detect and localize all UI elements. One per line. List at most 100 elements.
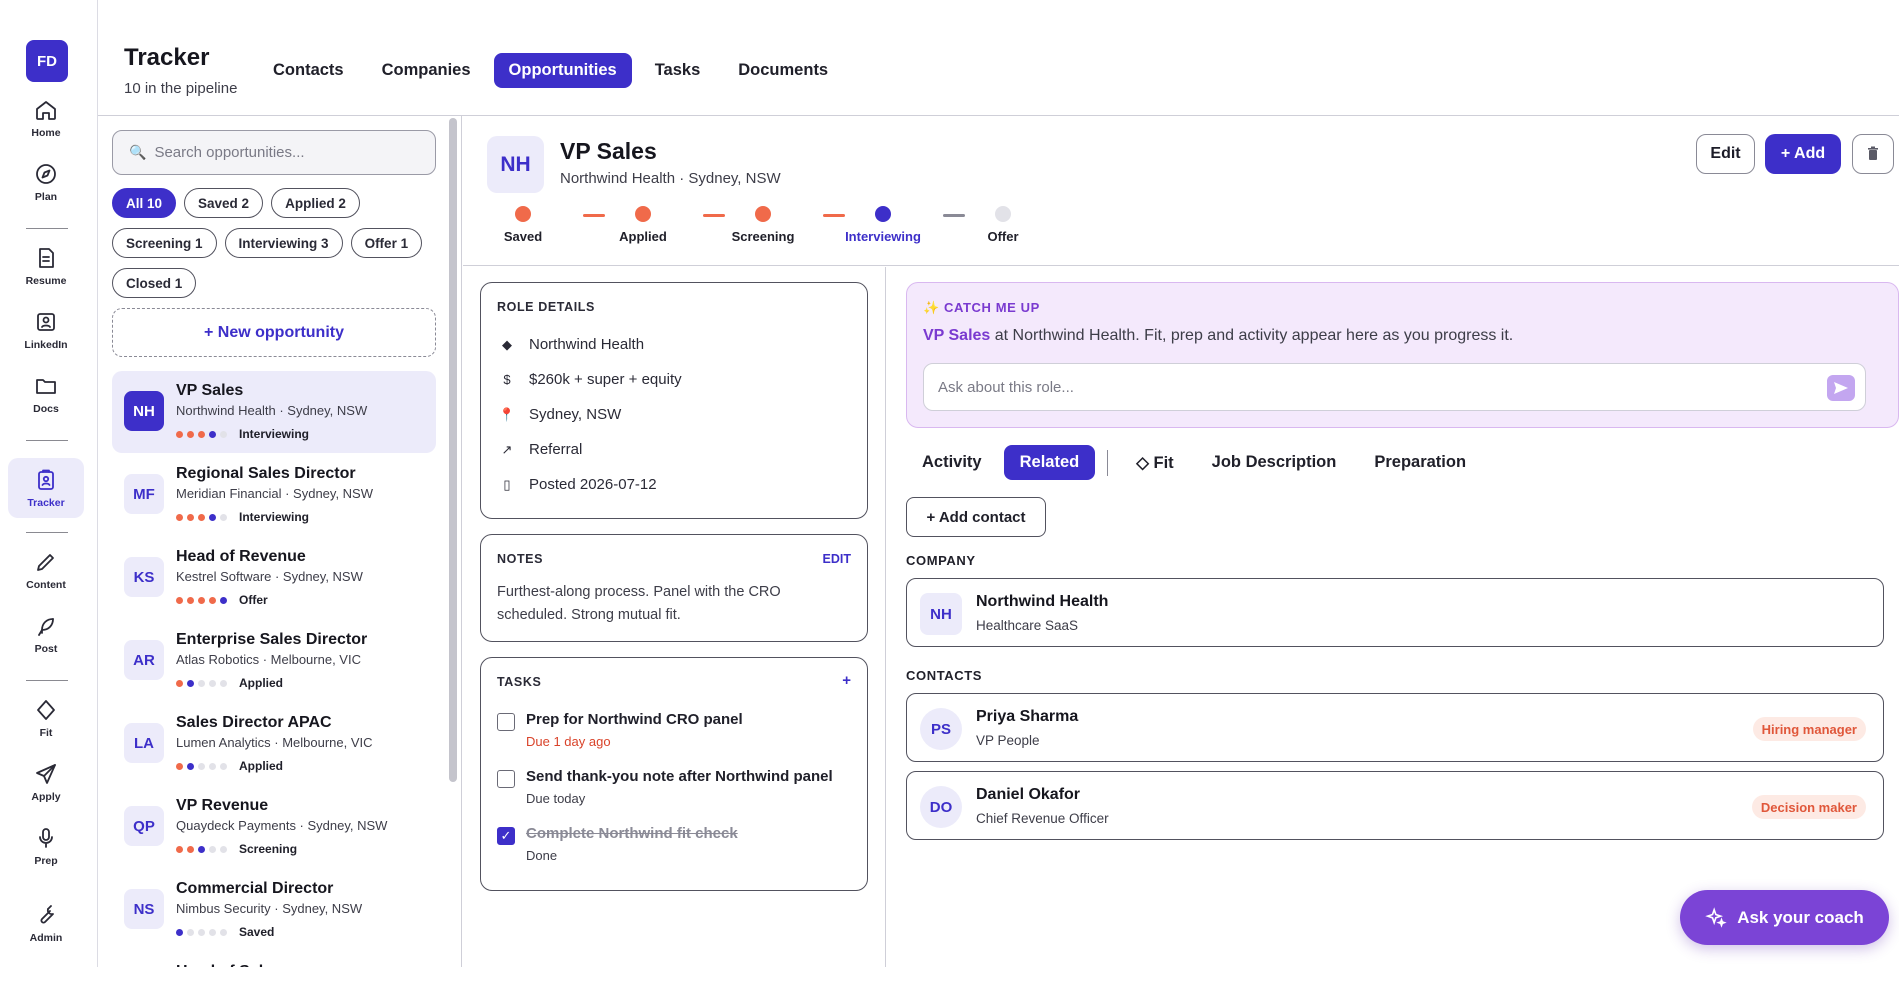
opportunity-item[interactable]: AR Enterprise Sales Director Atlas Robotic…: [112, 620, 436, 702]
stage-screening[interactable]: Screening: [703, 206, 823, 244]
tab-tasks[interactable]: Tasks: [640, 53, 716, 88]
opportunity-item[interactable]: NH VP Sales Northwind Health · Sydney, NSW…: [112, 371, 436, 453]
stage-dot: [187, 928, 194, 936]
task-checkbox-checked[interactable]: ✓: [497, 827, 515, 845]
task-due: Due 1 day ago: [526, 734, 611, 749]
tab-activity[interactable]: Activity: [906, 445, 998, 480]
stage-dot: [187, 513, 194, 521]
tab-documents[interactable]: Documents: [723, 53, 843, 88]
nav-home[interactable]: Home: [8, 88, 84, 148]
nav-tracker[interactable]: Tracker: [8, 458, 84, 518]
stage-dot: [187, 845, 194, 853]
stage-dot: [198, 513, 205, 521]
detail-tabs: Activity Related ◇ Fit Job Description P…: [906, 445, 1482, 480]
nav-label: Docs: [33, 402, 59, 415]
home-icon: [36, 100, 56, 120]
nav-admin[interactable]: Admin: [8, 893, 84, 953]
ask-placeholder: Ask about this role...: [938, 378, 1074, 396]
stage-dots: Offer: [176, 593, 268, 607]
stage-dot: [198, 430, 205, 438]
filter-saved[interactable]: Saved 2: [184, 188, 264, 218]
opportunity-stage: Applied: [239, 759, 283, 773]
task-checkbox[interactable]: [497, 770, 515, 788]
tab-related[interactable]: Related: [1003, 445, 1096, 480]
profile-card-icon: [37, 312, 55, 331]
top-tabs: Contacts Companies Opportunities Tasks D…: [258, 53, 843, 88]
tab-preparation[interactable]: Preparation: [1358, 445, 1482, 480]
coach-label: Ask your coach: [1737, 907, 1864, 927]
stage-dot: [220, 679, 227, 687]
ask-coach-button[interactable]: Ask your coach: [1680, 890, 1889, 945]
tracker-icon: [38, 469, 54, 490]
send-icon: [36, 763, 56, 784]
filter-applied[interactable]: Applied 2: [271, 188, 360, 218]
opportunity-item[interactable]: KS Head of Revenue Kestrel Software · Sydn…: [112, 537, 436, 619]
contact-card[interactable]: PS Priya Sharma VP People Hiring manager: [906, 693, 1884, 762]
edit-button[interactable]: Edit: [1696, 134, 1755, 174]
notes-text: Furthest-along process. Panel with the C…: [497, 584, 781, 623]
stage-dots: Saved: [176, 925, 274, 939]
contact-card[interactable]: DO Daniel Okafor Chief Revenue Officer D…: [906, 771, 1884, 840]
tab-fit[interactable]: ◇ Fit: [1120, 445, 1189, 480]
opportunity-item[interactable]: LA Sales Director APAC Lumen Analytics · M…: [112, 703, 436, 785]
add-contact-button[interactable]: + Add contact: [906, 497, 1046, 537]
opportunity-subtitle: Northwind Health · Sydney, NSW: [176, 403, 368, 418]
stage-saved[interactable]: Saved: [463, 206, 583, 244]
notes-edit-button[interactable]: EDIT: [823, 552, 851, 566]
send-button[interactable]: [1827, 375, 1855, 401]
search-input[interactable]: 🔍 Search opportunities...: [112, 130, 436, 175]
filter-offer[interactable]: Offer 1: [350, 228, 423, 258]
opportunity-title: Head of Revenue: [176, 548, 306, 565]
stage-dot: [176, 596, 183, 604]
filter-all[interactable]: All 10: [112, 188, 177, 218]
opportunity-item[interactable]: Head of Sal: [112, 952, 436, 967]
tab-companies[interactable]: Companies: [367, 53, 486, 88]
task-checkbox[interactable]: [497, 713, 515, 731]
ask-role-input[interactable]: Ask about this role...: [923, 363, 1866, 411]
opportunity-list-panel: 🔍 Search opportunities... All 10 Saved 2…: [98, 116, 462, 967]
delete-button[interactable]: [1852, 134, 1894, 174]
stage-offer[interactable]: Offer: [943, 206, 1063, 244]
nav-apply[interactable]: Apply: [8, 752, 84, 812]
opportunity-avatar: NH: [124, 391, 164, 431]
catch-heading: ✨ CATCH ME UP: [923, 300, 1040, 315]
stage-dot: [220, 513, 227, 521]
search-placeholder: Search opportunities...: [154, 144, 305, 161]
tab-opportunities[interactable]: Opportunities: [493, 53, 632, 88]
filter-screening[interactable]: Screening 1: [112, 228, 217, 258]
nav-resume[interactable]: Resume: [8, 236, 84, 296]
stage-interviewing[interactable]: Interviewing: [823, 206, 943, 244]
tab-contacts[interactable]: Contacts: [258, 53, 359, 88]
opportunity-title: Enterprise Sales Director: [176, 631, 368, 648]
add-task-button[interactable]: +: [842, 672, 851, 689]
opportunity-subtitle: Atlas Robotics · Melbourne, VIC: [176, 652, 361, 667]
stage-applied[interactable]: Applied: [583, 206, 703, 244]
opportunity-item[interactable]: MF Regional Sales Director Meridian Financ…: [112, 454, 436, 536]
nav-content[interactable]: Content: [8, 540, 84, 600]
stage-dot: [198, 596, 205, 604]
filter-interviewing[interactable]: Interviewing 3: [224, 228, 343, 258]
nav-post[interactable]: Post: [8, 604, 84, 664]
contact-name: Priya Sharma: [976, 708, 1079, 725]
company-card[interactable]: NH Northwind Health Healthcare SaaS: [906, 578, 1884, 647]
new-opportunity-button[interactable]: + New opportunity: [112, 308, 436, 357]
list-scrollbar[interactable]: [449, 118, 457, 782]
stage-dot: [187, 679, 194, 687]
nav-docs[interactable]: Docs: [8, 364, 84, 424]
tab-job-description[interactable]: Job Description: [1196, 445, 1353, 480]
opportunity-stage: Saved: [239, 925, 275, 939]
filter-chips: All 10 Saved 2 Applied 2 Screening 1 Int…: [112, 188, 442, 308]
nav-fit[interactable]: Fit: [8, 688, 84, 748]
wrench-icon: [40, 904, 54, 923]
user-avatar[interactable]: FD: [26, 40, 68, 82]
nav-plan[interactable]: Plan: [8, 152, 84, 212]
add-button[interactable]: + Add: [1765, 134, 1841, 174]
opportunity-avatar: NS: [124, 889, 164, 929]
opportunity-item[interactable]: NS Commercial Director Nimbus Security · S…: [112, 869, 436, 951]
opportunity-item[interactable]: QP VP Revenue Quaydeck Payments · Sydney, …: [112, 786, 436, 868]
nav-linkedin[interactable]: LinkedIn: [8, 300, 84, 360]
filter-closed[interactable]: Closed 1: [112, 268, 197, 298]
stage-dot: [220, 596, 227, 604]
company-heading: COMPANY: [906, 553, 976, 568]
nav-prep[interactable]: Prep: [8, 816, 84, 876]
